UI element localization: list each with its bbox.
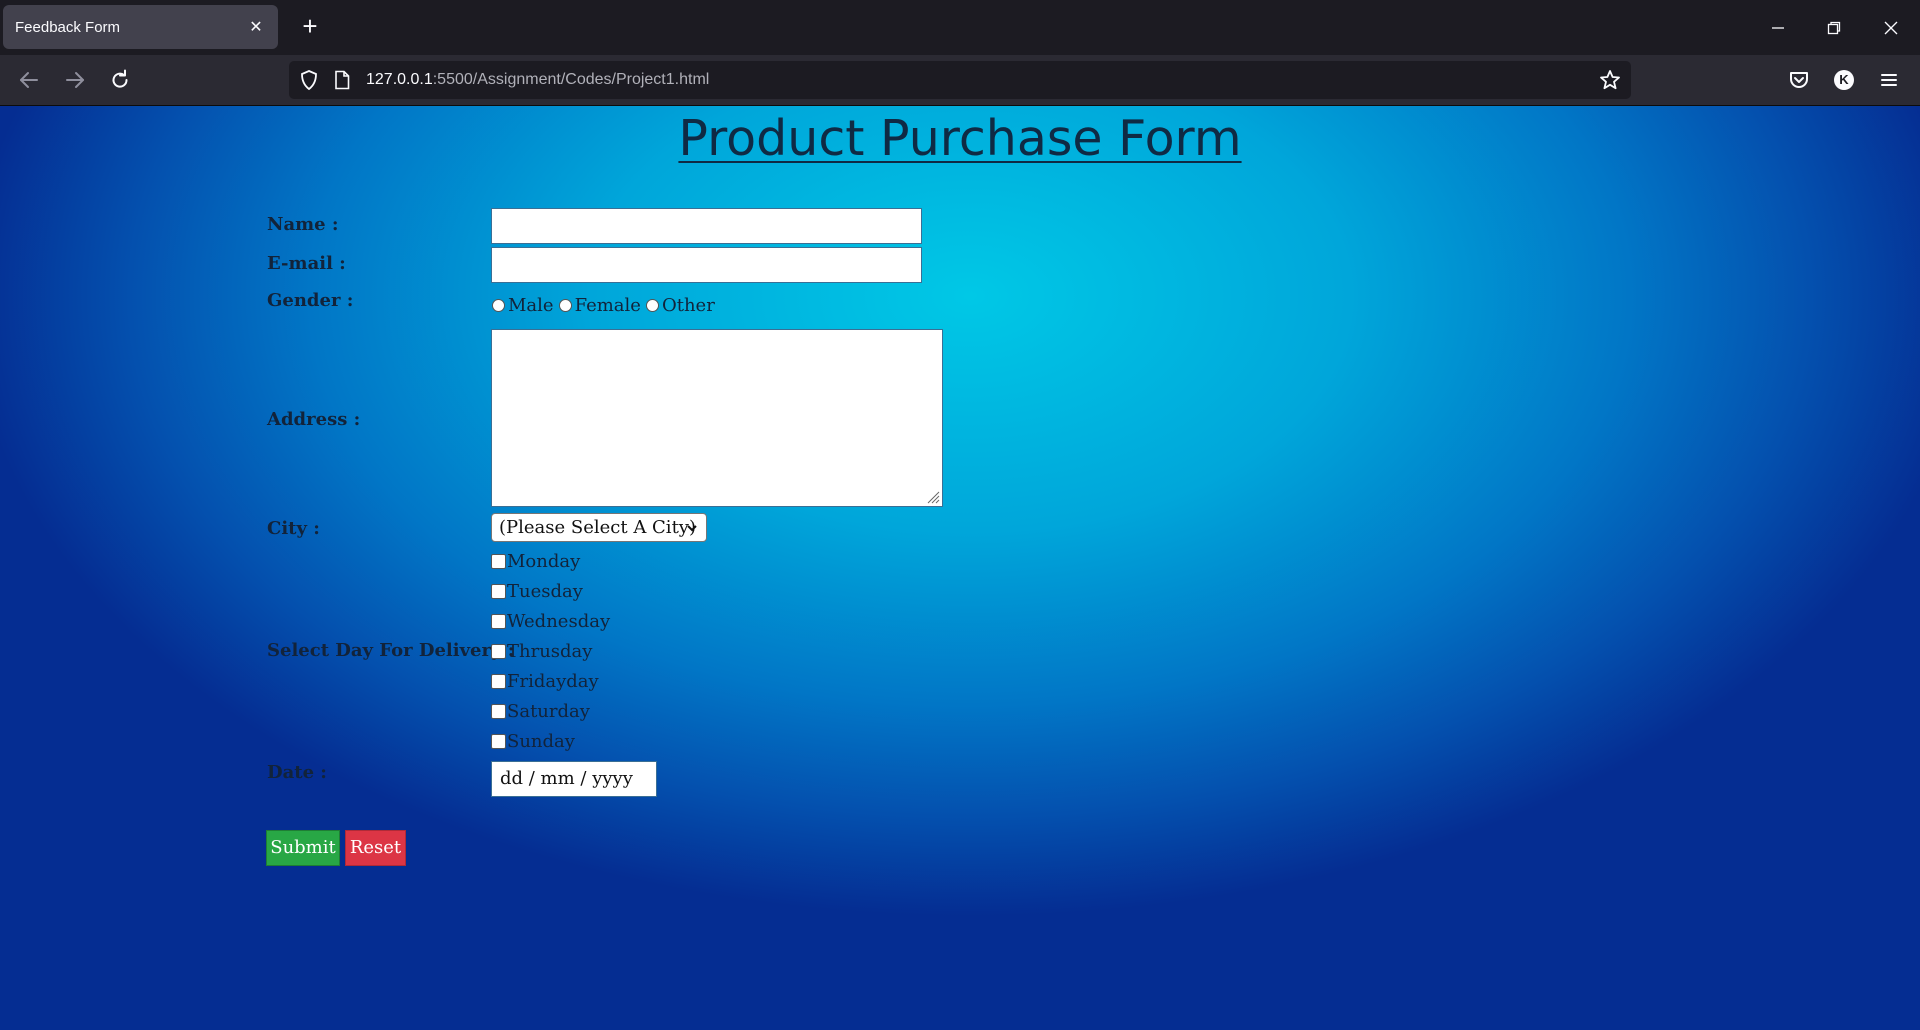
page-icon xyxy=(333,70,351,95)
city-label: City : xyxy=(267,518,320,539)
email-input[interactable] xyxy=(491,247,922,283)
date-label: Date : xyxy=(267,762,327,783)
gender-option-label: Other xyxy=(661,295,715,316)
day-checkbox-row: Wednesday xyxy=(491,611,610,632)
day-checkbox-row: Monday xyxy=(491,551,580,572)
reload-icon[interactable] xyxy=(103,63,137,97)
submit-button[interactable]: Submit xyxy=(266,830,340,866)
day-checkbox-row: Fridayday xyxy=(491,671,599,692)
gender-radio-male[interactable] xyxy=(492,299,505,312)
day-checkbox-wednesday[interactable] xyxy=(491,614,506,629)
gender-radio-female[interactable] xyxy=(558,299,572,312)
shield-icon[interactable] xyxy=(298,69,320,96)
day-label: Thrusday xyxy=(507,641,593,662)
email-label: E-mail : xyxy=(267,253,346,274)
day-checkbox-saturday[interactable] xyxy=(491,704,506,719)
day-label: Saturday xyxy=(507,701,590,722)
delivery-day-label: Select Day For Delivery : xyxy=(267,640,515,661)
gender-option-label: Male xyxy=(508,295,554,316)
account-avatar[interactable]: K xyxy=(1827,63,1861,97)
close-tab-icon[interactable]: ✕ xyxy=(246,17,266,37)
day-label: Wednesday xyxy=(507,611,611,632)
day-checkbox-sunday[interactable] xyxy=(491,734,506,749)
reset-button[interactable]: Reset xyxy=(345,830,406,866)
bookmark-star-icon[interactable] xyxy=(1599,69,1621,96)
pocket-icon[interactable] xyxy=(1782,63,1816,97)
back-icon[interactable] xyxy=(12,63,46,97)
menu-icon[interactable] xyxy=(1872,63,1906,97)
page-content: Product Purchase Form Name : E-mail : Ge… xyxy=(0,106,1920,1030)
city-selected-value: (Please Select A City) xyxy=(499,517,696,538)
address-label: Address : xyxy=(267,409,361,430)
date-input[interactable]: dd / mm / yyyy xyxy=(491,761,657,797)
day-checkbox-row: Saturday xyxy=(491,701,590,722)
url-path: :5500/Assignment/Codes/Project1.html xyxy=(432,71,710,88)
day-label: Tuesday xyxy=(507,581,583,602)
profile-initial: K xyxy=(1834,70,1854,90)
day-label: Monday xyxy=(507,551,581,572)
gender-radio-group: Male Female Other xyxy=(491,295,715,316)
city-select[interactable]: (Please Select A City) xyxy=(491,513,707,542)
url-host: 127.0.0.1 xyxy=(366,71,433,88)
name-input[interactable] xyxy=(491,208,922,244)
page-title: Product Purchase Form xyxy=(678,110,1242,167)
gender-radio-other[interactable] xyxy=(645,299,659,312)
forward-icon[interactable] xyxy=(58,63,92,97)
navigation-toolbar: 127.0.0.1:5500/Assignment/Codes/Project1… xyxy=(0,55,1920,106)
resize-handle-icon[interactable] xyxy=(926,490,940,504)
address-textarea[interactable] xyxy=(491,329,943,507)
day-label: Sunday xyxy=(507,731,575,752)
new-tab-button[interactable]: + xyxy=(293,10,327,44)
gender-option-label: Female xyxy=(574,295,641,316)
day-checkbox-row: Sunday xyxy=(491,731,575,752)
day-checkbox-monday[interactable] xyxy=(491,554,506,569)
url-text: 127.0.0.1:5500/Assignment/Codes/Project1… xyxy=(366,61,709,99)
day-checkbox-tuesday[interactable] xyxy=(491,584,506,599)
gender-label: Gender : xyxy=(267,290,354,311)
tab-strip: Feedback Form ✕ + xyxy=(0,0,1920,55)
tab-title: Feedback Form xyxy=(15,18,121,36)
restore-icon[interactable] xyxy=(1806,0,1862,55)
day-checkbox-thursday[interactable] xyxy=(491,644,506,659)
date-placeholder: dd / mm / yyyy xyxy=(500,768,633,789)
day-checkbox-row: Tuesday xyxy=(491,581,583,602)
close-window-icon[interactable] xyxy=(1863,0,1919,55)
day-checkbox-friday[interactable] xyxy=(491,674,506,689)
chevron-down-icon xyxy=(687,525,697,532)
address-bar[interactable]: 127.0.0.1:5500/Assignment/Codes/Project1… xyxy=(289,61,1631,99)
minimize-icon[interactable] xyxy=(1750,0,1806,55)
day-label: Fridayday xyxy=(507,671,599,692)
tab-feedback-form[interactable]: Feedback Form ✕ xyxy=(3,5,278,49)
day-checkbox-row: Thrusday xyxy=(491,641,592,662)
name-label: Name : xyxy=(267,214,339,235)
